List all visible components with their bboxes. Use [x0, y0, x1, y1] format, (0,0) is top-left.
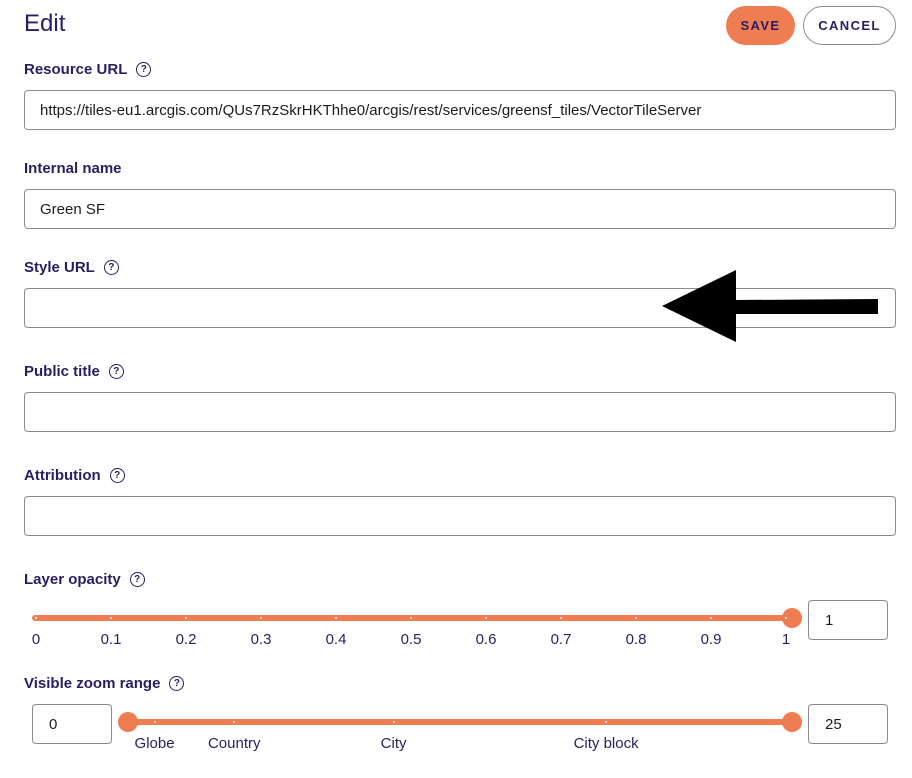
zoom-mark-label: Globe: [134, 735, 175, 752]
arrow-left-icon: [662, 270, 878, 342]
opacity-tick-label: 0.5: [400, 631, 422, 648]
zoom-tick-mark: [153, 721, 156, 723]
zoom-mark-label: Country: [207, 735, 261, 752]
opacity-tick-mark: [485, 617, 487, 619]
layer-opacity-label-text: Layer opacity: [24, 571, 121, 588]
attribution-input[interactable]: [24, 496, 896, 536]
zoom-tick-mark: [392, 721, 395, 723]
style-url-label: Style URL ?: [24, 259, 119, 276]
opacity-tick-mark: [785, 617, 787, 619]
opacity-tick-label: 0.7: [550, 631, 572, 648]
opacity-tick-mark: [35, 617, 37, 619]
zoom-min-thumb[interactable]: [118, 712, 138, 732]
opacity-tick-label: 0.4: [325, 631, 347, 648]
opacity-value-input[interactable]: [808, 600, 888, 640]
attribution-label: Attribution ?: [24, 467, 125, 484]
internal-name-label-text: Internal name: [24, 160, 122, 177]
page-title: Edit: [24, 10, 66, 37]
help-circle-icon[interactable]: ?: [136, 62, 152, 77]
opacity-tick-label: 0.8: [625, 631, 647, 648]
opacity-tick-label: 0: [31, 631, 41, 648]
resource-url-input[interactable]: [24, 90, 896, 130]
resource-url-label: Resource URL ?: [24, 61, 152, 78]
layer-opacity-label: Layer opacity ?: [24, 571, 145, 588]
help-circle-icon[interactable]: ?: [109, 468, 125, 483]
opacity-tick-label: 0.2: [175, 631, 197, 648]
cancel-button[interactable]: CANCEL: [803, 6, 896, 45]
opacity-tick-label: 1: [781, 631, 791, 648]
opacity-tick-mark: [110, 617, 112, 619]
opacity-tick-mark: [635, 617, 637, 619]
zoom-range-label-text: Visible zoom range: [24, 675, 161, 692]
zoom-max-input[interactable]: [808, 704, 888, 744]
opacity-tick-mark: [185, 617, 187, 619]
opacity-tick-mark: [560, 617, 562, 619]
opacity-tick-mark: [710, 617, 712, 619]
zoom-range-label: Visible zoom range ?: [24, 675, 185, 692]
opacity-tick-label: 0.9: [700, 631, 722, 648]
opacity-tick-label: 0.6: [475, 631, 497, 648]
save-button[interactable]: SAVE: [726, 6, 795, 45]
opacity-tick-label: 0.1: [100, 631, 122, 648]
public-title-input[interactable]: [24, 392, 896, 432]
public-title-label-text: Public title: [24, 363, 100, 380]
opacity-slider-track[interactable]: [32, 615, 794, 621]
resource-url-label-text: Resource URL: [24, 61, 128, 78]
style-url-label-text: Style URL: [24, 259, 95, 276]
help-circle-icon[interactable]: ?: [129, 572, 145, 587]
internal-name-label: Internal name: [24, 160, 122, 177]
opacity-tick-mark: [335, 617, 337, 619]
internal-name-input[interactable]: [24, 189, 896, 229]
opacity-tick-mark: [410, 617, 412, 619]
help-circle-icon[interactable]: ?: [108, 364, 124, 379]
zoom-max-thumb[interactable]: [782, 712, 802, 732]
zoom-min-input[interactable]: [32, 704, 112, 744]
attribution-label-text: Attribution: [24, 467, 101, 484]
public-title-label: Public title ?: [24, 363, 124, 380]
help-circle-icon[interactable]: ?: [169, 676, 185, 691]
opacity-tick-mark: [260, 617, 262, 619]
opacity-tick-label: 0.3: [250, 631, 272, 648]
zoom-slider-track[interactable]: [126, 719, 794, 725]
zoom-mark-label: City: [380, 735, 407, 752]
zoom-mark-label: City block: [573, 735, 639, 752]
help-circle-icon[interactable]: ?: [103, 260, 119, 275]
